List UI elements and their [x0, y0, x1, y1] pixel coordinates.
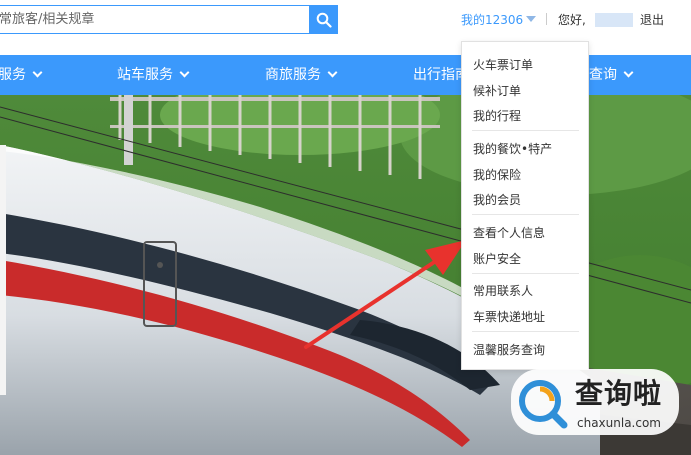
nav-item-services[interactable]: 服务	[0, 55, 43, 95]
menu-item-my-insurance[interactable]: 我的保险	[473, 166, 521, 183]
nav-item-query[interactable]: 查询	[589, 55, 634, 95]
menu-item-my-trips[interactable]: 我的行程	[473, 107, 521, 124]
menu-divider	[472, 331, 579, 332]
search-input[interactable]: 常旅客/相关规章	[0, 5, 309, 34]
menu-divider	[472, 130, 579, 131]
menu-item-waitlist-orders[interactable]: 候补订单	[473, 82, 521, 99]
nav-item-label: 商旅服务	[265, 67, 321, 83]
chevron-down-icon	[327, 67, 338, 78]
nav-item-label: 服务	[0, 67, 26, 83]
greeting-text: 您好,	[558, 13, 586, 27]
chevron-down-icon	[623, 67, 634, 78]
username-redacted	[595, 13, 633, 27]
nav-item-label: 查询	[589, 67, 617, 83]
menu-item-account-security[interactable]: 账户安全	[473, 250, 521, 267]
menu-item-train-ticket-orders[interactable]: 火车票订单	[473, 56, 533, 73]
logout-link[interactable]: 退出	[640, 11, 664, 28]
search-logo-icon	[519, 380, 568, 429]
menu-item-view-personal-info[interactable]: 查看个人信息	[473, 224, 545, 241]
my12306-menu-link[interactable]: 我的12306	[461, 11, 523, 28]
my12306-dropdown-menu: 火车票订单 候补订单 我的行程 我的餐饮•特产 我的保险 我的会员 查看个人信息…	[461, 41, 589, 370]
nav-item-station-services[interactable]: 站车服务	[117, 55, 190, 95]
search-icon	[316, 12, 332, 28]
menu-divider	[472, 273, 579, 274]
chevron-down-icon	[32, 67, 43, 78]
divider	[546, 13, 547, 25]
nav-item-label: 站车服务	[117, 67, 173, 83]
menu-item-frequent-contacts[interactable]: 常用联系人	[473, 282, 533, 299]
menu-item-catering-specialties[interactable]: 我的餐饮•特产	[473, 140, 552, 157]
chevron-down-icon	[179, 67, 190, 78]
menu-divider	[472, 214, 579, 215]
menu-item-ticket-delivery-address[interactable]: 车票快递地址	[473, 308, 545, 325]
menu-item-my-membership[interactable]: 我的会员	[473, 191, 521, 208]
watermark-url: chaxunla.com	[577, 416, 661, 430]
chevron-down-icon[interactable]	[526, 16, 536, 22]
search-button[interactable]	[309, 5, 338, 34]
menu-item-care-service-query[interactable]: 温馨服务查询	[473, 341, 545, 358]
nav-item-business-services[interactable]: 商旅服务	[265, 55, 338, 95]
watermark-text: 查询啦	[575, 377, 663, 410]
